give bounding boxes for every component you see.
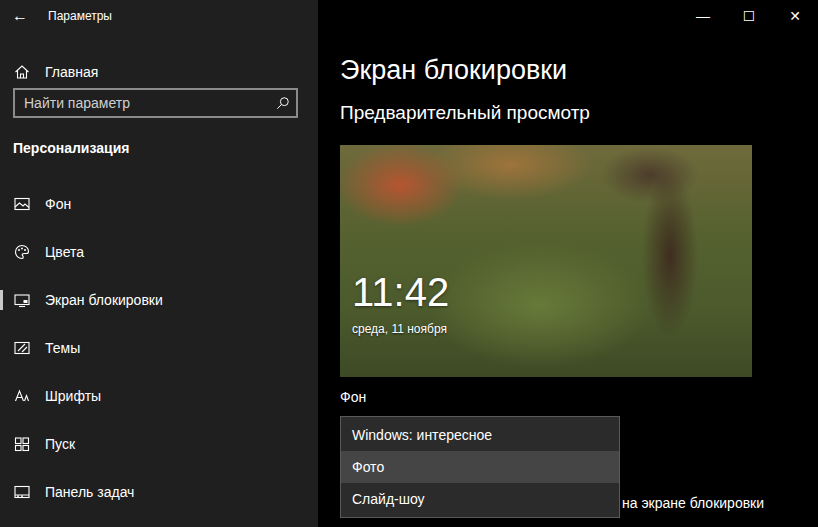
dropdown-option[interactable]: Windows: интересное: [341, 419, 619, 451]
search-input[interactable]: [24, 95, 276, 111]
sidebar-item[interactable]: Темы: [0, 324, 318, 372]
section-heading: Персонализация: [0, 140, 318, 158]
background-label: Фон: [340, 388, 818, 406]
maximize-button[interactable]: ☐: [726, 0, 772, 32]
preview-date: среда, 11 ноября: [352, 321, 752, 337]
sidebar-item-label: Шрифты: [45, 388, 101, 404]
dropdown-option[interactable]: Слайд-шоу: [341, 483, 619, 515]
window-controls: —☐✕: [318, 0, 818, 32]
back-button[interactable]: ←: [0, 8, 40, 24]
selection-indicator: [0, 290, 3, 310]
content-pane: —☐✕ Экран блокировки Предварительный просм…: [318, 0, 818, 527]
sidebar-item[interactable]: Цвета: [0, 228, 318, 276]
home-label: Главная: [45, 64, 98, 80]
preview-time: 11:42: [352, 269, 752, 315]
lockscreen-icon: [14, 292, 30, 308]
home-icon: [14, 64, 30, 80]
title-bar: ←Параметры: [0, 0, 318, 32]
search-box[interactable]: [13, 88, 298, 118]
sidebar-item-label: Цвета: [45, 244, 84, 260]
sidebar-item[interactable]: Пуск: [0, 420, 318, 468]
minimize-button[interactable]: —: [680, 0, 726, 32]
preview-heading: Предварительный просмотр: [340, 100, 818, 126]
start-icon: [14, 436, 30, 452]
taskbar-icon: [14, 484, 30, 500]
background-dropdown-menu[interactable]: Windows: интересноеФотоСлайд-шоу: [340, 416, 620, 518]
dropdown-option[interactable]: Фото: [341, 451, 619, 483]
sidebar: ←Параметры Главная Персонализация Фон Цвета Э…: [0, 0, 318, 527]
themes-icon: [14, 340, 30, 356]
home-link[interactable]: Главная: [0, 48, 318, 96]
search-icon: [276, 96, 290, 110]
sidebar-item[interactable]: Панель задач: [0, 468, 318, 516]
window-title: Параметры: [40, 9, 112, 23]
sidebar-item-label: Панель задач: [45, 484, 134, 500]
fonts-icon: [14, 388, 30, 404]
palette-icon: [14, 244, 30, 260]
sidebar-item-label: Фон: [45, 196, 71, 212]
sidebar-item[interactable]: Фон: [0, 180, 318, 228]
page-title: Экран блокировки: [340, 52, 818, 88]
sidebar-item-label: Пуск: [45, 436, 75, 452]
lockscreen-preview: 11:42 среда, 11 ноября: [340, 145, 752, 377]
sidebar-item[interactable]: Шрифты: [0, 372, 318, 420]
sidebar-item[interactable]: Экран блокировки: [0, 276, 318, 324]
close-button[interactable]: ✕: [772, 0, 818, 32]
sidebar-item-label: Экран блокировки: [45, 292, 163, 308]
sidebar-item-label: Темы: [45, 340, 80, 356]
image-icon: [14, 196, 30, 212]
